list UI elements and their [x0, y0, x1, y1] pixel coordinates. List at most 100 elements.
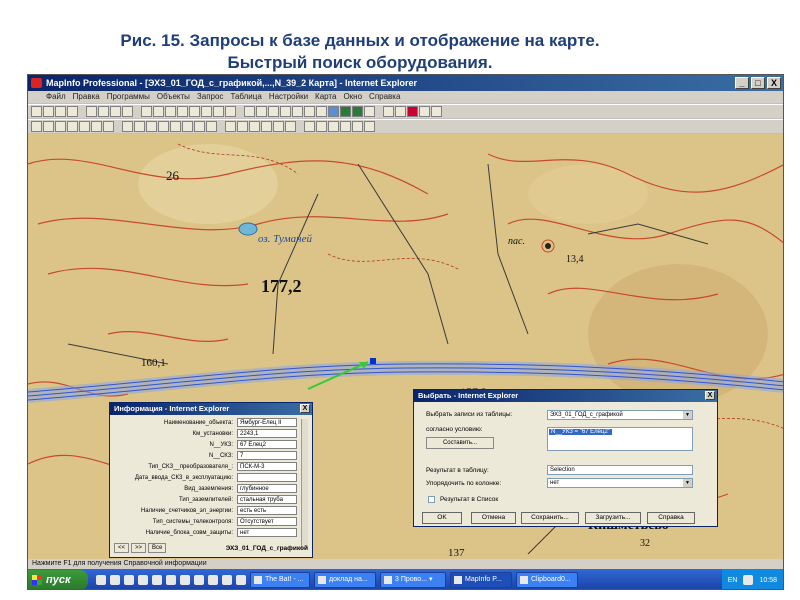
layer-control-icon[interactable] [225, 121, 236, 132]
statistics-icon[interactable] [261, 121, 272, 132]
radius-select-icon[interactable] [55, 121, 66, 132]
explorer-icon[interactable] [110, 575, 120, 585]
minimize-button[interactable]: _ [735, 77, 749, 89]
browse-results-checkbox[interactable] [428, 496, 435, 503]
rectangle-tool-icon[interactable] [316, 106, 327, 117]
zoom-in-icon[interactable] [122, 121, 133, 132]
info-value-1[interactable]: 2243,1 [237, 429, 297, 438]
word-icon[interactable] [194, 575, 204, 585]
paste-icon[interactable] [110, 106, 121, 117]
media-icon[interactable] [208, 575, 218, 585]
drag-icon[interactable] [419, 106, 430, 117]
info-next-button[interactable]: >> [131, 543, 147, 553]
grabber-icon[interactable] [158, 121, 169, 132]
mapinfo-launch-icon[interactable] [152, 575, 162, 585]
polygon-select-icon[interactable] [67, 121, 78, 132]
menu-file[interactable]: Файл [46, 91, 66, 103]
menu-tools[interactable]: Программы [107, 91, 150, 103]
cancel-button[interactable]: Отмена [471, 512, 516, 524]
start-button[interactable]: пуск [28, 570, 88, 589]
info-all-button[interactable]: Все [148, 543, 167, 553]
legend-icon[interactable] [249, 121, 260, 132]
hotlink-icon[interactable] [182, 121, 193, 132]
query-icon[interactable] [189, 106, 200, 117]
close-tool-icon[interactable] [364, 121, 375, 132]
check2-icon[interactable] [225, 106, 236, 117]
zoom-out-icon[interactable] [134, 121, 145, 132]
info-prev-button[interactable]: << [114, 543, 130, 553]
reshape-icon[interactable] [383, 106, 394, 117]
info-value-7[interactable]: стальная труба [237, 495, 297, 504]
mail-icon[interactable] [166, 575, 176, 585]
graph-icon[interactable] [165, 106, 176, 117]
task-the-bat[interactable]: The Bat! - ... [250, 572, 310, 588]
info-scrollbar[interactable] [301, 419, 308, 549]
map-view[interactable]: оз. Туманей 177,2 160,1 157,3 пас. 13,4 … [28, 134, 783, 559]
new-icon[interactable] [31, 106, 42, 117]
region-style-icon[interactable] [352, 106, 363, 117]
where-condition-value[interactable]: N__УКЗ = "67 Елец2" [549, 429, 612, 435]
chevron-down-icon[interactable]: ▼ [683, 411, 692, 419]
menu-options[interactable]: Настройки [269, 91, 308, 103]
map-icon[interactable] [153, 106, 164, 117]
network-icon[interactable] [222, 575, 232, 585]
setup-icon[interactable] [304, 121, 315, 132]
add-node-icon[interactable] [395, 106, 406, 117]
info-value-6[interactable]: глубинное [237, 484, 297, 493]
where-condition-field[interactable]: N__УКЗ = "67 Елец2" [547, 427, 693, 451]
desktop-icon[interactable] [96, 575, 106, 585]
mark-icon[interactable] [352, 121, 363, 132]
info-value-2[interactable]: 67 Елец2 [237, 440, 297, 449]
info-dialog-close-button[interactable]: X [300, 404, 310, 413]
window-titlebar[interactable]: MapInfo Professional - [ЭХЗ_01_ГОД_с_гра… [28, 75, 783, 91]
menu-help[interactable]: Справка [369, 91, 400, 103]
menu-objects[interactable]: Объекты [157, 91, 190, 103]
ok-button[interactable]: OK [422, 512, 462, 524]
fill-style-icon[interactable] [328, 106, 339, 117]
task-explorer-group[interactable]: 3 Прово... ▾ [380, 572, 446, 588]
invert-select-icon[interactable] [103, 121, 114, 132]
language-indicator[interactable]: EN [728, 577, 738, 584]
open-icon[interactable] [43, 106, 54, 117]
document-icon[interactable] [124, 575, 134, 585]
info-dialog-titlebar[interactable]: Информация - Internet Explorer X [110, 403, 312, 415]
layout-icon[interactable] [177, 106, 188, 117]
clip-region-icon[interactable] [285, 121, 296, 132]
stats-icon[interactable] [201, 106, 212, 117]
task-clipboard[interactable]: Clipboard0... [516, 572, 578, 588]
pencil-icon[interactable] [328, 121, 339, 132]
chevron-down-icon[interactable]: ▼ [683, 479, 692, 487]
globe-icon[interactable] [236, 575, 246, 585]
line-style-icon[interactable] [364, 106, 375, 117]
arrow-tool-icon[interactable] [340, 121, 351, 132]
task-mapinfo[interactable]: MapInfo P... [450, 572, 512, 588]
save-icon[interactable] [55, 106, 66, 117]
info-value-3[interactable]: 7 [237, 451, 297, 460]
selected-object-marker[interactable] [370, 358, 376, 364]
polyline-tool-icon[interactable] [268, 106, 279, 117]
menu-query[interactable]: Запрос [197, 91, 224, 103]
menu-map[interactable]: Карта [315, 91, 336, 103]
browser-icon[interactable] [141, 106, 152, 117]
print-icon[interactable] [67, 106, 78, 117]
info-value-5[interactable] [237, 473, 297, 482]
maximize-button[interactable]: □ [751, 77, 765, 89]
unselect-icon[interactable] [91, 121, 102, 132]
ruler-icon[interactable] [237, 121, 248, 132]
select-dialog-titlebar[interactable]: Выбрать - Internet Explorer X [414, 390, 717, 402]
polygon-tool-icon[interactable] [292, 106, 303, 117]
boundary-select-icon[interactable] [79, 121, 90, 132]
order-by-select[interactable]: нет ▼ [547, 478, 693, 488]
clock[interactable]: 10:58 [759, 577, 777, 584]
calc-icon[interactable] [180, 575, 190, 585]
label-icon[interactable] [407, 106, 418, 117]
cut-icon[interactable] [86, 106, 97, 117]
folder-icon[interactable] [138, 575, 148, 585]
build-expression-button[interactable]: Составить... [426, 437, 494, 449]
volume-icon[interactable] [743, 575, 754, 585]
info-value-9[interactable]: Отсутствует [237, 517, 297, 526]
info-tool-icon[interactable] [170, 121, 181, 132]
undo-icon[interactable] [122, 106, 133, 117]
sum-icon[interactable] [273, 121, 284, 132]
label-tool-icon[interactable] [194, 121, 205, 132]
